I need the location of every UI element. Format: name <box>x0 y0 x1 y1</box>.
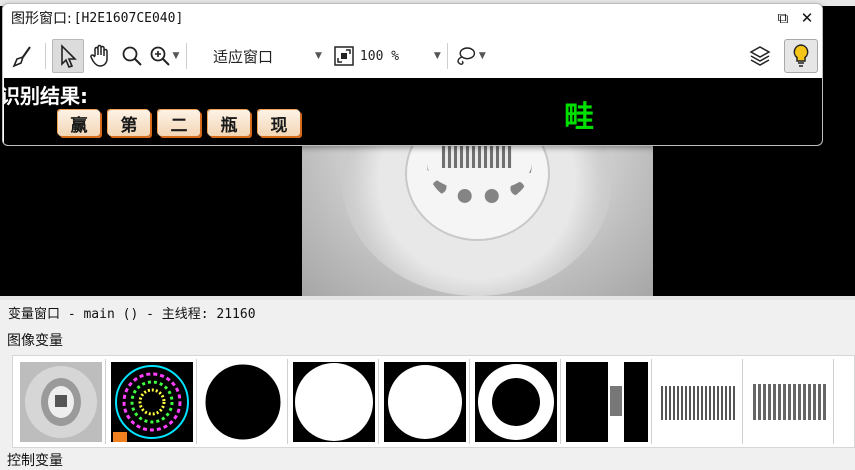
restore-icon[interactable]: ⧉ <box>774 9 792 27</box>
toolbar: ▼ 适应窗口 ▼ 100 % ▼ ▼ <box>7 35 818 77</box>
close-icon[interactable]: ✕ <box>798 9 816 27</box>
toolbar-separator <box>186 43 187 69</box>
graphics-window[interactable]: 图形窗口: [H2E1607CE040] ⧉ ✕ ▼ 适应窗口 ▼ 100 % … <box>2 3 823 146</box>
magnifier-icon[interactable] <box>116 39 148 73</box>
result-label: 识别结果: <box>2 84 88 108</box>
thumbnail-white-disc-small[interactable] <box>381 359 470 444</box>
result-char: 第 <box>108 110 150 136</box>
fit-window-select[interactable]: 适应窗口 <box>213 46 313 67</box>
green-overlay-text: 畦 <box>564 100 594 135</box>
thumbnail-white-ring[interactable] <box>472 359 561 444</box>
thumbnail-black-with-white-bar[interactable] <box>563 359 652 444</box>
result-char: 现 <box>258 110 300 136</box>
control-variables-label: 控制变量 <box>7 453 63 469</box>
result-char: 二 <box>158 110 200 136</box>
broom-icon[interactable] <box>7 39 39 73</box>
bottle-cap-image <box>302 66 653 296</box>
chevron-down-icon[interactable]: ▼ <box>479 51 486 61</box>
image-variables-label: 图像变量 <box>7 333 63 349</box>
zoom-in-icon[interactable]: ▼ <box>148 39 180 73</box>
fit-window-icon[interactable] <box>328 39 360 73</box>
result-char: 赢 <box>58 110 100 136</box>
recognition-result-area: 识别结果: 赢 第 二 瓶 现 畦 <box>2 78 822 145</box>
lightbulb-icon[interactable] <box>784 39 818 73</box>
window-title-prefix: 图形窗口: <box>11 11 72 27</box>
thumbnail-bottle-photo[interactable] <box>17 359 106 444</box>
chevron-down-icon[interactable]: ▼ <box>315 51 322 61</box>
thumbnail-barcode-strip-1[interactable] <box>654 359 743 444</box>
variable-window-status: 变量窗口 - main () - 主线程: 21160 <box>8 306 256 322</box>
chevron-down-icon[interactable]: ▼ <box>434 51 441 61</box>
lasso-icon[interactable]: ▼ <box>454 39 486 73</box>
toolbar-separator <box>45 43 46 69</box>
thumbnail-colored-regions[interactable] <box>108 359 197 444</box>
cap-arc-text <box>427 163 532 203</box>
thumbnail-white-disc[interactable] <box>290 359 379 444</box>
layers-icon[interactable] <box>744 39 776 73</box>
hand-icon[interactable] <box>84 39 116 73</box>
toolbar-separator <box>446 43 448 69</box>
pointer-icon[interactable] <box>52 39 84 73</box>
thumbnail-black-disc-outline[interactable] <box>199 359 288 444</box>
window-title-id: [H2E1607CE040] <box>73 10 184 26</box>
result-char: 瓶 <box>208 110 250 136</box>
image-thumbnail-strip[interactable] <box>12 355 855 448</box>
thumbnail-barcode-strip-2[interactable] <box>745 359 834 444</box>
window-titlebar[interactable]: 图形窗口: [H2E1607CE040] ⧉ ✕ <box>3 4 822 32</box>
chevron-down-icon[interactable]: ▼ <box>173 51 180 61</box>
zoom-level[interactable]: 100 % <box>360 49 432 64</box>
